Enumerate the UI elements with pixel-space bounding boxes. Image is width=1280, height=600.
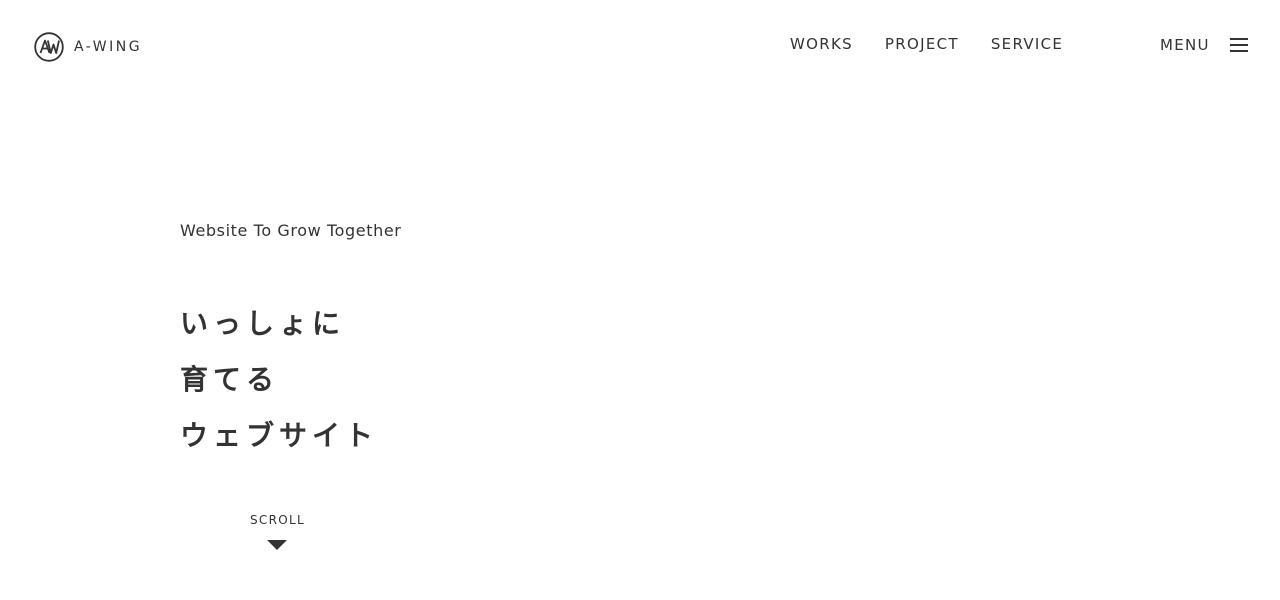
- scroll-indicator[interactable]: SCROLL: [250, 512, 304, 550]
- hamburger-icon: [1229, 38, 1248, 52]
- main-nav: WORKS PROJECT SERVICE: [790, 34, 1095, 54]
- menu-button[interactable]: MENU: [1160, 35, 1248, 55]
- headline-line-2: 育てる: [180, 363, 280, 396]
- menu-label: MENU: [1160, 36, 1210, 54]
- hero-headline: いっしょに 育てる ウェブサイト: [180, 296, 378, 464]
- logo-text: A-WING: [74, 39, 143, 55]
- aw-logo-icon: [34, 32, 64, 62]
- hero-tagline: Website To Grow Together: [180, 221, 402, 240]
- nav-item-works[interactable]: WORKS: [790, 34, 853, 54]
- headline-line-1: いっしょに: [180, 307, 346, 340]
- triangle-down-icon: [267, 540, 287, 550]
- site-logo[interactable]: A-WING: [34, 31, 142, 63]
- page: A-WING WORKS PROJECT SERVICE MENU Websit…: [0, 0, 1280, 600]
- nav-item-project[interactable]: PROJECT: [885, 34, 959, 54]
- nav-item-service[interactable]: SERVICE: [991, 34, 1063, 54]
- headline-line-3: ウェブサイト: [180, 419, 379, 452]
- scroll-label: SCROLL: [250, 513, 305, 527]
